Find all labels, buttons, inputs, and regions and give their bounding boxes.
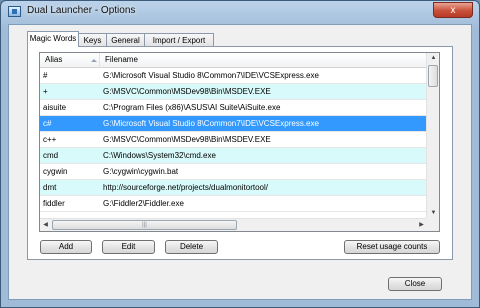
tab-keys[interactable]: Keys xyxy=(78,33,107,46)
row-filename: C:\Windows\System32\cmd.exe xyxy=(103,151,216,160)
list-header: Alias Filename xyxy=(40,53,427,68)
row-alias: fiddler xyxy=(43,199,65,208)
row-alias: cygwin xyxy=(43,167,68,176)
scroll-left-icon[interactable]: ◀ xyxy=(40,219,51,231)
row-alias: + xyxy=(43,87,48,96)
row-filename: C:\Program Files (x86)\ASUS\AI Suite\AiS… xyxy=(103,103,281,112)
row-filename: G:\Fiddler2\Fiddler.exe xyxy=(103,199,184,208)
add-button[interactable]: Add xyxy=(40,240,92,254)
row-alias: dmt xyxy=(43,183,57,192)
edit-button[interactable]: Edit xyxy=(102,240,155,254)
list-row[interactable]: dmt http://sourceforge.net/projects/dualm… xyxy=(40,180,427,196)
row-alias: # xyxy=(43,71,48,80)
row-alias: aisuite xyxy=(43,103,67,112)
sort-ascending-icon xyxy=(91,59,97,62)
delete-button[interactable]: Delete xyxy=(165,240,218,254)
tab-import-export[interactable]: Import / Export xyxy=(144,33,214,46)
list-row-selected[interactable]: c# G:\Microsoft Visual Studio 8\Common7\I… xyxy=(40,116,427,132)
window-title: Dual Launcher - Options xyxy=(27,5,136,16)
vertical-scrollbar[interactable]: ▲ ▼ xyxy=(426,53,439,219)
row-alias: c++ xyxy=(43,135,57,144)
window-close-button[interactable]: x xyxy=(433,2,473,18)
close-button[interactable]: Close xyxy=(388,277,442,291)
list-row[interactable]: aisuite C:\Program Files (x86)\ASUS\AI Su… xyxy=(40,100,427,116)
row-filename: G:\MSVC\Common\MSDev98\Bin\MSDEV.EXE xyxy=(103,87,271,96)
reset-usage-counts-button[interactable]: Reset usage counts xyxy=(344,240,440,254)
list-row[interactable]: # G:\Microsoft Visual Studio 8\Common7\ID… xyxy=(40,68,427,84)
row-filename: G:\Microsoft Visual Studio 8\Common7\IDE… xyxy=(103,119,319,128)
row-filename: G:\Microsoft Visual Studio 8\Common7\IDE… xyxy=(103,71,319,80)
horizontal-scroll-thumb[interactable]: ||| xyxy=(52,220,237,230)
horizontal-scrollbar[interactable]: ◀ ||| ▶ xyxy=(40,218,427,231)
list-row[interactable]: + G:\MSVC\Common\MSDev98\Bin\MSDEV.EXE xyxy=(40,84,427,100)
column-header-filename[interactable]: Filename xyxy=(100,53,427,67)
list-row[interactable]: c++ G:\MSVC\Common\MSDev98\Bin\MSDEV.EXE xyxy=(40,132,427,148)
row-filename: G:\cygwin\cygwin.bat xyxy=(103,167,179,176)
row-alias: c# xyxy=(43,119,52,128)
title-bar[interactable]: Dual Launcher - Options x xyxy=(1,1,479,23)
list-row[interactable]: fiddler G:\Fiddler2\Fiddler.exe xyxy=(40,196,427,212)
list-rows: # G:\Microsoft Visual Studio 8\Common7\ID… xyxy=(40,68,427,212)
magic-words-list[interactable]: Alias Filename # G:\Microsoft Visual Stud… xyxy=(39,52,440,232)
list-row[interactable]: cmd C:\Windows\System32\cmd.exe xyxy=(40,148,427,164)
vertical-scroll-thumb[interactable] xyxy=(428,65,438,87)
list-row[interactable]: cygwin G:\cygwin\cygwin.bat xyxy=(40,164,427,180)
scroll-up-icon[interactable]: ▲ xyxy=(428,53,439,64)
row-filename: G:\MSVC\Common\MSDev98\Bin\MSDEV.EXE xyxy=(103,135,271,144)
app-icon xyxy=(8,6,21,17)
tab-magic-words[interactable]: Magic Words xyxy=(27,31,79,47)
scrollbar-corner xyxy=(426,218,439,231)
row-alias: cmd xyxy=(43,151,59,160)
row-filename: http://sourceforge.net/projects/dualmoni… xyxy=(103,183,268,192)
tab-general[interactable]: General xyxy=(106,33,145,46)
